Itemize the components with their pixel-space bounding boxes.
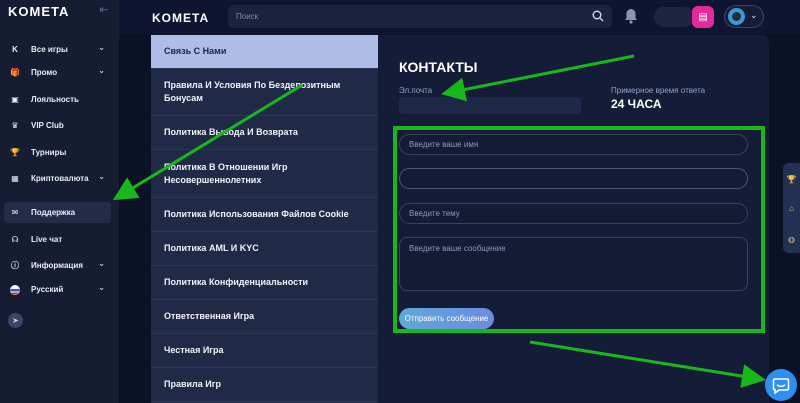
menu-item-cookie-policy[interactable]: Политика Использования Файлов Cookie bbox=[151, 198, 378, 232]
bell-icon[interactable] bbox=[624, 8, 638, 24]
search-icon[interactable] bbox=[592, 10, 604, 22]
menu-item-label: Связь С Нами bbox=[164, 46, 227, 56]
sidebar-item-label: Русский bbox=[31, 285, 64, 294]
sidebar-item-loyalty[interactable]: ▣ Лояльность bbox=[4, 89, 111, 110]
menu-item-privacy-policy[interactable]: Политика Конфиденциальности bbox=[151, 266, 378, 300]
sidebar-item-label: Все игры bbox=[31, 45, 68, 54]
chat-icon bbox=[772, 378, 790, 394]
vip-crown-icon: ♛ bbox=[11, 121, 19, 130]
top-header: KOMETA ▤ ⌄ bbox=[119, 0, 800, 34]
support-icon: ✉ bbox=[11, 208, 19, 217]
headset-icon: ☊ bbox=[11, 235, 19, 244]
chevron-down-icon: ⌄ bbox=[98, 172, 105, 181]
page-title: КОНТАКТЫ bbox=[399, 59, 478, 75]
bank-icon[interactable]: ⌂ bbox=[786, 203, 797, 214]
trophy-icon: 🏆 bbox=[10, 148, 20, 157]
menu-item-game-rules[interactable]: Правила Игр bbox=[151, 368, 378, 402]
response-time-value: 24 ЧАСА bbox=[611, 97, 662, 111]
menu-item-label: Правила И Условия По Бездепозитным Бонус… bbox=[164, 80, 341, 103]
menu-item-label: Правила Игр bbox=[164, 379, 221, 389]
contacts-panel: КОНТАКТЫ Эл.почта Примерное время ответа… bbox=[378, 35, 769, 403]
sidebar-item-label: VIP Club bbox=[31, 121, 64, 130]
globe-icon[interactable]: ◍ bbox=[786, 234, 797, 245]
chevron-down-icon: ⌄ bbox=[98, 283, 105, 292]
menu-item-label: Политика Конфиденциальности bbox=[164, 277, 309, 287]
sidebar-item-crypto[interactable]: ▦ Криптовалюта ⌄ bbox=[4, 168, 111, 189]
sidebar-item-language[interactable]: Русский ⌄ bbox=[4, 279, 111, 300]
promo-icon: 🎁 bbox=[10, 68, 20, 77]
games-icon: K bbox=[12, 45, 18, 54]
right-quick-rail: 🏆 ⌂ ◍ bbox=[783, 163, 800, 253]
flag-ru-icon bbox=[9, 284, 21, 296]
search-bar bbox=[228, 5, 612, 28]
send-message-button[interactable]: Отправить сообщение bbox=[399, 308, 494, 329]
contact-form: Отправить сообщение bbox=[394, 128, 763, 334]
response-time-label: Примерное время ответа bbox=[611, 86, 706, 95]
menu-item-aml-kyc-policy[interactable]: Политика AML И KYC bbox=[151, 232, 378, 266]
email-input[interactable] bbox=[399, 168, 748, 189]
menu-item-label: Политика В Отношении Игр Несовершеннолет… bbox=[164, 161, 288, 185]
collapse-sidebar-icon[interactable]: ⇤ bbox=[97, 3, 111, 17]
sidebar-item-label: Криптовалюта bbox=[31, 174, 89, 183]
avatar bbox=[728, 8, 745, 25]
menu-item-fair-play[interactable]: Честная Игра bbox=[151, 334, 378, 368]
menu-item-responsible-gaming[interactable]: Ответственная Игра bbox=[151, 300, 378, 334]
menu-item-label: Политика Вывода И Возврата bbox=[164, 127, 298, 137]
live-chat-button[interactable] bbox=[765, 369, 797, 401]
sidebar-item-label: Турниры bbox=[31, 148, 67, 157]
menu-item-label: Политика AML И KYC bbox=[164, 243, 259, 253]
menu-item-underage-policy[interactable]: Политика В Отношении Игр Несовершеннолет… bbox=[151, 150, 378, 198]
menu-item-label: Ответственная Игра bbox=[164, 311, 255, 321]
balance-display[interactable] bbox=[654, 7, 694, 27]
sidebar-item-all-games[interactable]: K Все игры ⌄ bbox=[4, 39, 111, 60]
sidebar-item-label: Поддержка bbox=[31, 208, 76, 217]
menu-item-contact-us[interactable]: Связь С Нами bbox=[151, 35, 378, 69]
menu-item-withdrawal-refund-policy[interactable]: Политика Вывода И Возврата bbox=[151, 116, 378, 150]
telegram-icon[interactable]: ➤ bbox=[8, 313, 23, 328]
profile-menu[interactable]: ⌄ bbox=[724, 5, 764, 28]
sidebar-item-label: Live чат bbox=[31, 235, 63, 244]
support-email-value[interactable] bbox=[399, 97, 581, 114]
chevron-down-icon: ⌄ bbox=[750, 10, 758, 20]
menu-item-label: Честная Игра bbox=[164, 345, 224, 355]
crypto-icon: ▦ bbox=[11, 174, 19, 183]
sidebar-item-support[interactable]: ✉ Поддержка bbox=[4, 202, 111, 223]
help-menu: Связь С Нами Правила И Условия По Бездеп… bbox=[151, 35, 378, 403]
message-textarea[interactable] bbox=[399, 237, 748, 291]
sidebar-item-label: Лояльность bbox=[31, 95, 79, 104]
name-input[interactable] bbox=[399, 134, 748, 155]
sidebar-item-promo[interactable]: 🎁 Промо ⌄ bbox=[4, 62, 111, 83]
wallet-button[interactable]: ▤ bbox=[692, 6, 714, 28]
subject-input[interactable] bbox=[399, 203, 748, 224]
sidebar: KOMETA ⇤ K Все игры ⌄ 🎁 Промо ⌄ ▣ Лояльн… bbox=[0, 0, 119, 403]
search-input[interactable] bbox=[228, 5, 612, 28]
sidebar-item-label: Информация bbox=[31, 261, 83, 270]
header-logo[interactable]: KOMETA bbox=[152, 11, 209, 25]
sidebar-logo[interactable]: KOMETA bbox=[8, 4, 69, 19]
wallet-icon: ▤ bbox=[698, 11, 708, 23]
menu-item-no-deposit-bonus-terms[interactable]: Правила И Условия По Бездепозитным Бонус… bbox=[151, 69, 378, 116]
menu-item-label: Политика Использования Файлов Cookie bbox=[164, 209, 349, 219]
email-label: Эл.почта bbox=[399, 86, 433, 95]
trophy-icon[interactable]: 🏆 bbox=[786, 174, 797, 185]
sidebar-item-tournaments[interactable]: 🏆 Турниры bbox=[4, 142, 111, 163]
loyalty-icon: ▣ bbox=[11, 95, 19, 104]
info-icon: ⓘ bbox=[11, 261, 19, 270]
sidebar-item-info[interactable]: ⓘ Информация ⌄ bbox=[4, 255, 111, 276]
sidebar-item-vip-club[interactable]: ♛ VIP Club bbox=[4, 115, 111, 136]
sidebar-item-live-chat[interactable]: ☊ Live чат bbox=[4, 229, 111, 250]
chevron-down-icon: ⌄ bbox=[98, 43, 105, 52]
sidebar-item-label: Промо bbox=[31, 68, 58, 77]
chevron-down-icon: ⌄ bbox=[98, 259, 105, 268]
chevron-down-icon: ⌄ bbox=[98, 66, 105, 75]
